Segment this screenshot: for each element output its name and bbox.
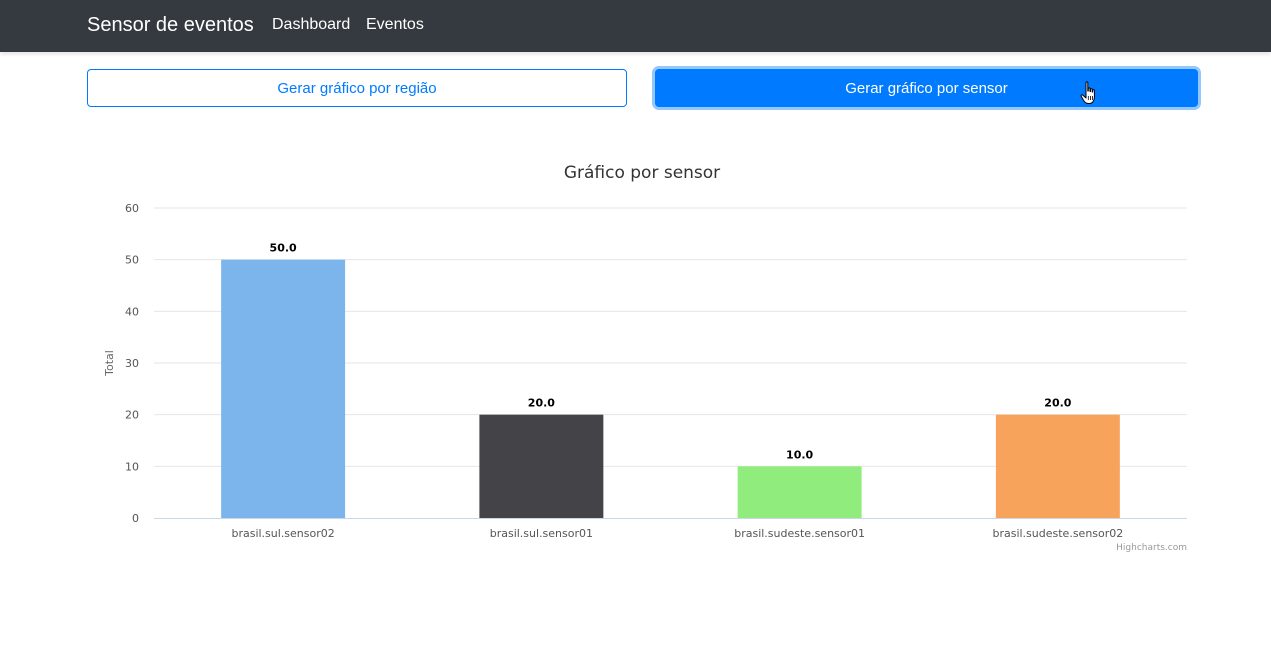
y-tick-label: 40 <box>125 305 139 318</box>
data-label: 20.0 <box>1044 397 1071 410</box>
x-axis-ticks: brasil.sul.sensor02 brasil.sul.sensor01 br… <box>231 527 1123 540</box>
y-tick-label: 20 <box>125 409 139 422</box>
y-axis-ticks: 0 10 20 30 40 50 60 <box>125 202 139 525</box>
x-tick-label: brasil.sul.sensor01 <box>490 527 593 540</box>
chart-title: Gráfico por sensor <box>564 163 720 183</box>
x-tick-label: brasil.sudeste.sensor02 <box>992 527 1123 540</box>
chart-data-labels: 50.0 20.0 10.0 20.0 <box>270 242 1072 462</box>
data-label: 10.0 <box>786 448 813 461</box>
bar-brasil-sul-sensor02[interactable] <box>221 259 346 518</box>
y-tick-label: 30 <box>125 357 139 370</box>
y-tick-label: 0 <box>132 512 139 525</box>
bar-brasil-sudeste-sensor01[interactable] <box>737 466 862 518</box>
y-tick-label: 50 <box>125 254 139 267</box>
x-tick-label: brasil.sul.sensor02 <box>231 527 334 540</box>
data-label: 20.0 <box>528 397 555 410</box>
highcharts-credits[interactable]: Highcharts.com <box>1116 543 1187 553</box>
y-tick-label: 60 <box>125 202 139 215</box>
data-label: 50.0 <box>270 242 297 255</box>
y-tick-label: 10 <box>125 460 139 473</box>
chart-bars <box>221 259 1120 518</box>
sensor-bar-chart: Gráfico por sensor 0 10 20 30 40 50 60 Total 5… <box>103 163 1187 553</box>
bar-brasil-sul-sensor01[interactable] <box>479 414 604 518</box>
x-tick-label: brasil.sudeste.sensor01 <box>734 527 865 540</box>
y-axis-title: Total <box>103 350 116 377</box>
bar-brasil-sudeste-sensor02[interactable] <box>995 414 1120 518</box>
